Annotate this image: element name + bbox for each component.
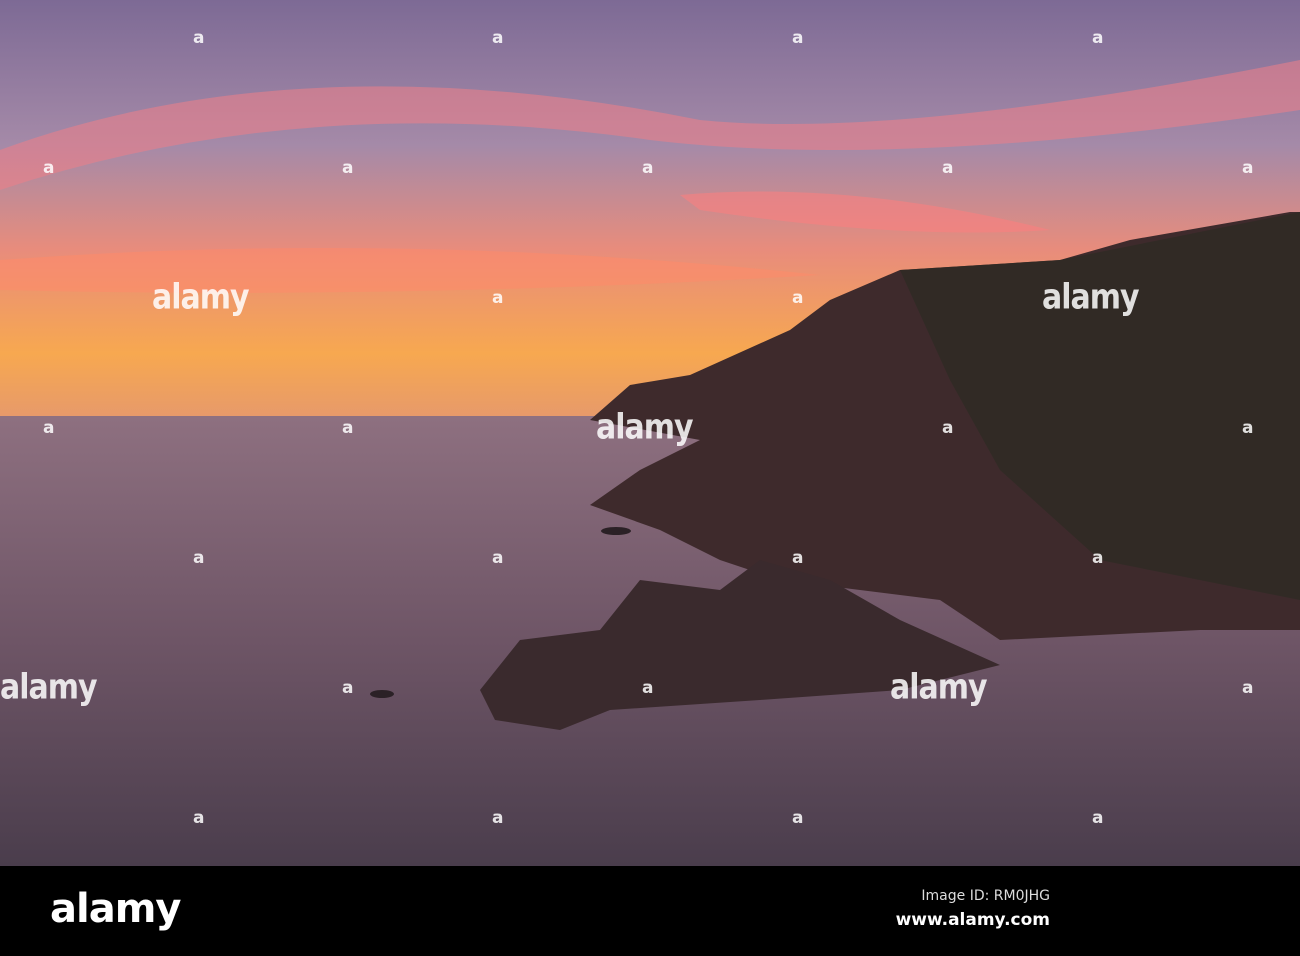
watermark-marker: a	[193, 808, 205, 828]
watermark-marker: a	[43, 418, 55, 438]
watermark-marker: a	[1092, 808, 1104, 828]
watermark-logo: alamy	[890, 667, 988, 708]
watermark-marker: a	[492, 808, 504, 828]
watermark-marker: a	[642, 158, 654, 178]
alamy-logo: alamy	[50, 886, 181, 932]
footer-bar: alamy Image ID: RM0JHG www.alamy.com	[0, 866, 1300, 956]
watermark-marker: a	[342, 418, 354, 438]
watermark-logo: alamy	[0, 667, 98, 708]
watermark-marker: a	[193, 548, 205, 568]
watermark-marker: a	[642, 678, 654, 698]
watermark-logo: alamy	[1042, 277, 1140, 318]
watermark-marker: a	[1242, 678, 1254, 698]
watermark-marker: a	[342, 678, 354, 698]
watermark-marker: a	[792, 808, 804, 828]
watermark-marker: a	[492, 548, 504, 568]
small-rock	[601, 527, 631, 535]
small-rock	[370, 690, 394, 698]
watermark-marker: a	[492, 288, 504, 308]
watermark-marker: a	[193, 28, 205, 48]
watermark-marker: a	[43, 158, 55, 178]
site-url: www.alamy.com	[895, 910, 1050, 930]
watermark-marker: a	[792, 548, 804, 568]
watermark-marker: a	[792, 28, 804, 48]
watermark-marker: a	[492, 28, 504, 48]
watermark-marker: a	[1242, 158, 1254, 178]
watermark-marker: a	[1242, 418, 1254, 438]
watermark-marker: a	[342, 158, 354, 178]
stock-photo: alamy alamy alamy alamy alamy a a a a a a a a a a…	[0, 0, 1300, 956]
image-id: Image ID: RM0JHG	[921, 888, 1050, 904]
watermark-logo: alamy	[152, 277, 250, 318]
watermark-marker: a	[942, 158, 954, 178]
watermark-marker: a	[1092, 548, 1104, 568]
watermark-logo: alamy	[596, 407, 694, 448]
watermark-marker: a	[792, 288, 804, 308]
watermark-marker: a	[1092, 28, 1104, 48]
watermark-marker: a	[942, 418, 954, 438]
